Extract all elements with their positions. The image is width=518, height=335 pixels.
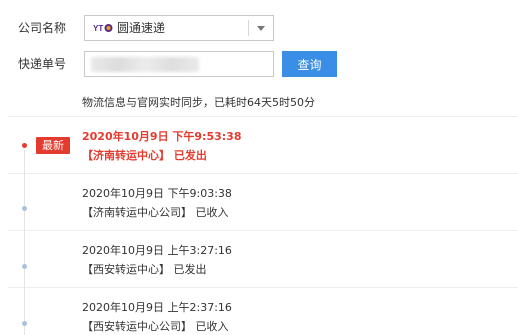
timeline-line <box>24 150 25 335</box>
tracking-widget: 公司名称 YT 圆通速递 快递单号 查询 物流信息与官网实时同步，已耗时64天5… <box>0 0 518 335</box>
tracking-label: 快递单号 <box>18 57 67 71</box>
yto-logo-icon: YT <box>93 24 113 33</box>
divider <box>8 173 518 174</box>
sync-note: 物流信息与官网实时同步，已耗时64天5时50分 <box>82 96 315 109</box>
chevron-down-icon[interactable] <box>257 26 265 31</box>
entry-status: 【西安转运中心】 已发出 <box>82 263 207 276</box>
query-button[interactable]: 查询 <box>282 51 337 77</box>
divider <box>8 116 518 117</box>
timeline-dot <box>22 321 27 326</box>
divider <box>8 230 518 231</box>
entry-time: 2020年10月9日 上午2:37:16 <box>82 301 232 314</box>
entry-time: 2020年10月9日 下午9:53:38 <box>82 130 242 143</box>
entry-status: 【济南转运中心公司】 已收入 <box>82 206 229 219</box>
company-select[interactable]: YT 圆通速递 <box>84 15 274 41</box>
timeline-dot-latest <box>22 143 27 148</box>
entry-time: 2020年10月9日 下午9:03:38 <box>82 187 232 200</box>
company-selected-value: 圆通速递 <box>117 21 166 35</box>
svg-text:YT: YT <box>93 24 103 33</box>
entry-time: 2020年10月9日 上午3:27:16 <box>82 244 232 257</box>
tracking-number-input[interactable] <box>84 51 274 77</box>
select-divider <box>248 20 249 36</box>
timeline-dot <box>22 264 27 269</box>
masked-tracking-number <box>91 57 199 72</box>
divider <box>8 287 518 288</box>
company-label: 公司名称 <box>18 21 67 35</box>
entry-status: 【西安转运中心公司】 已收入 <box>82 320 229 333</box>
entry-status: 【济南转运中心】 已发出 <box>82 149 207 162</box>
timeline-dot <box>22 206 27 211</box>
latest-badge: 最新 <box>36 137 70 154</box>
